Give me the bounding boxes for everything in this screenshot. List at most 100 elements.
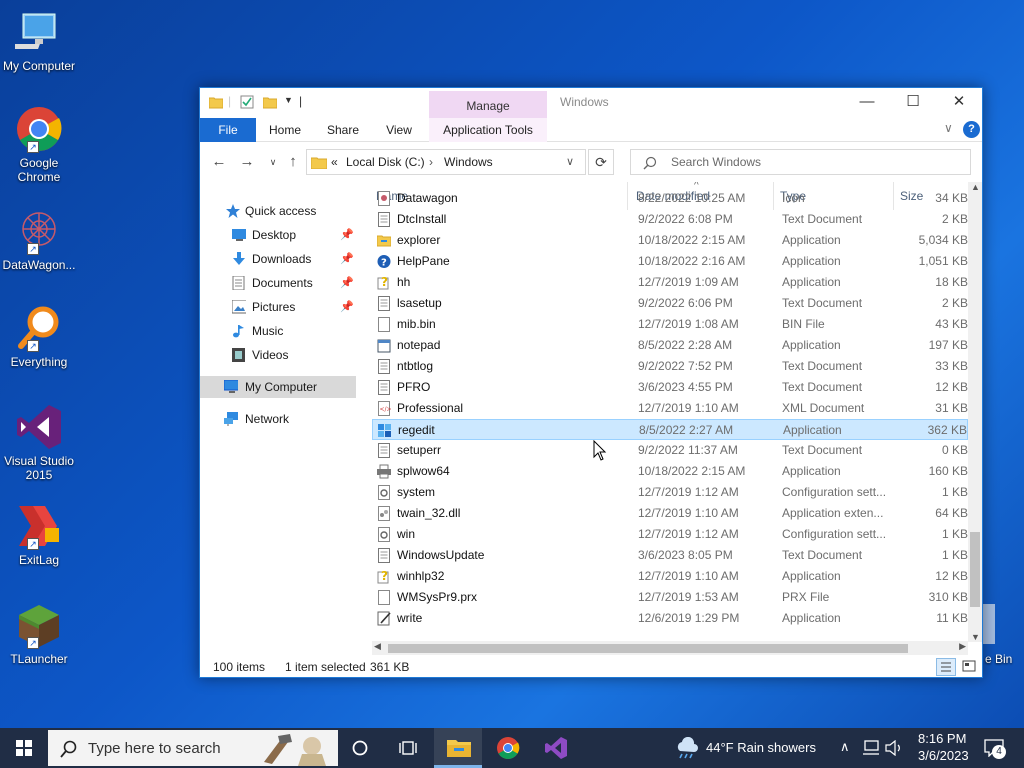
nav-music[interactable]: Music [200,320,356,342]
file-row[interactable]: win 12/7/2019 1:12 AM Configuration sett..… [372,524,968,545]
file-row[interactable]: Datawagon 8/22/2022 10:25 AM Icon 34 KB [372,188,968,209]
file-name: winhlp32 [397,569,445,583]
taskbar-file-explorer[interactable] [434,728,482,768]
up-button[interactable]: ↑ [283,152,303,172]
notification-center-button[interactable]: 4 [980,728,1024,768]
file-row[interactable]: </> Professional 12/7/2019 1:10 AM XML Docu… [372,398,968,419]
pin-icon[interactable]: 📌 [340,296,354,318]
file-date: 3/6/2023 4:55 PM [638,380,733,394]
nav-network[interactable]: Network [200,408,356,430]
pin-icon[interactable]: 📌 [340,224,354,246]
file-row[interactable]: setuperr 9/2/2022 11:37 AM Text Document 0 … [372,440,968,461]
clock-time[interactable]: 8:16 PM [918,731,966,746]
shortcut-arrow-icon: ↗ [27,538,39,550]
volume-icon[interactable] [885,740,903,756]
scroll-thumb[interactable] [388,644,908,653]
clock-date[interactable]: 3/6/2023 [918,748,969,763]
tab-file[interactable]: File [200,118,256,142]
nav-downloads[interactable]: Downloads 📌 [200,248,356,270]
taskbar-chrome[interactable] [484,728,532,768]
file-row[interactable]: ntbtlog 9/2/2022 7:52 PM Text Document 33 K… [372,356,968,377]
properties-check-icon[interactable] [240,95,254,109]
taskbar-search-box[interactable]: Type here to search [48,730,338,766]
desktop-icon-tlauncher[interactable]: ↗ TLauncher [0,601,78,666]
file-row[interactable]: WMSysPr9.prx 12/7/2019 1:53 AM PRX File 310… [372,587,968,608]
refresh-button[interactable]: ⟳ [588,149,614,175]
weather-text[interactable]: 44°F Rain showers [706,740,816,755]
file-row[interactable]: system 12/7/2019 1:12 AM Configuration set… [372,482,968,503]
new-folder-icon[interactable] [263,95,277,109]
pin-icon[interactable]: 📌 [340,272,354,294]
desktop-icon-chrome[interactable]: ↗ Google Chrome [0,105,78,184]
tab-home[interactable]: Home [262,118,308,142]
address-bar[interactable]: « Local Disk (C:) › Windows ∨ [306,149,586,175]
breadcrumb-windows[interactable]: Windows [444,155,493,169]
file-row[interactable]: splwow64 10/18/2022 2:15 AM Application 160… [372,461,968,482]
desktop-icon-visual-studio[interactable]: Visual Studio 2015 [0,403,78,482]
file-row[interactable]: ? HelpPane 10/18/2022 2:16 AM Application 1,… [372,251,968,272]
file-row[interactable]: WindowsUpdate 3/6/2023 8:05 PM Text Docume… [372,545,968,566]
nav-documents[interactable]: Documents 📌 [200,272,356,294]
recent-locations-dropdown[interactable]: ∨ [263,152,283,172]
help-icon[interactable]: ? [963,121,980,138]
address-dropdown-icon[interactable]: ∨ [566,155,574,168]
cortana-circle-icon [352,740,368,756]
horizontal-scrollbar[interactable]: ◀ ▶ [372,641,968,655]
task-view-cortana-button[interactable] [336,728,384,768]
ribbon-expand-icon[interactable]: ∨ [944,121,953,135]
show-hidden-icons-icon[interactable]: ∧ [840,739,850,755]
desktop-icon-recycle-bin[interactable]: e Bin [983,604,1024,668]
forward-button[interactable]: → [237,152,257,172]
scroll-left-icon[interactable]: ◀ [374,641,381,652]
file-row[interactable]: DtcInstall 9/2/2022 6:08 PM Text Document 2… [372,209,968,230]
file-name: hh [397,275,411,289]
task-view-button[interactable] [384,728,432,768]
file-row[interactable]: ? hh 12/7/2019 1:09 AM Application 18 KB [372,272,968,293]
breadcrumb-overflow[interactable]: « [331,155,338,169]
tab-application-tools[interactable]: Application Tools [429,118,547,142]
pin-icon[interactable]: 📌 [340,248,354,270]
search-box[interactable]: Search Windows [630,149,971,175]
weather-rain-icon[interactable] [674,737,698,759]
file-row[interactable]: ? winhlp32 12/7/2019 1:10 AM Application 12 … [372,566,968,587]
network-tray-icon[interactable] [862,740,880,756]
desktop-icon-exitlag[interactable]: ↗ ExitLag [0,502,78,567]
desktop-icon-datawagon[interactable]: ↗ DataWagon... [0,207,78,272]
file-row[interactable]: twain_32.dll 12/7/2019 1:10 AM Application… [372,503,968,524]
scroll-right-icon[interactable]: ▶ [959,641,966,652]
file-name: PFRO [397,380,431,394]
manage-tab[interactable]: Manage [429,91,547,119]
file-row[interactable]: write 12/6/2019 1:29 PM Application 11 KB [372,608,968,629]
nav-desktop[interactable]: Desktop 📌 [200,224,356,246]
minimize-button[interactable]: — [844,88,890,118]
desktop-icon-my-computer[interactable]: My Computer [0,8,78,73]
file-row[interactable]: PFRO 3/6/2023 4:55 PM Text Document 12 KB [372,377,968,398]
nav-quick-access[interactable]: Quick access [200,200,356,222]
file-row[interactable]: mib.bin 12/7/2019 1:08 AM BIN File 43 KB [372,314,968,335]
taskbar-visual-studio[interactable] [532,728,580,768]
scroll-thumb[interactable] [970,532,980,607]
nav-pictures[interactable]: Pictures 📌 [200,296,356,318]
maximize-button[interactable]: ☐ [890,88,936,118]
quick-access-dropdown-icon[interactable]: ▼ [284,95,293,105]
scroll-down-icon[interactable]: ▼ [971,632,980,642]
tab-view[interactable]: View [376,118,422,142]
file-type: XML Document [782,401,865,415]
breadcrumb-local-disk[interactable]: Local Disk (C:) [346,155,425,169]
file-row[interactable]: regedit 8/5/2022 2:27 AM Application 362 KB [372,419,968,440]
file-name: HelpPane [397,254,450,268]
desktop-icon-everything[interactable]: ↗ Everything [0,304,78,369]
nav-videos[interactable]: Videos [200,344,356,366]
close-button[interactable]: ✕ [936,88,982,118]
file-row[interactable]: notepad 8/5/2022 2:28 AM Application 197 KB [372,335,968,356]
start-button[interactable] [0,728,48,768]
back-button[interactable]: ← [209,152,229,172]
file-row[interactable]: lsasetup 9/2/2022 6:06 PM Text Document 2 K… [372,293,968,314]
large-icons-view-icon[interactable] [960,658,980,676]
nav-my-computer[interactable]: My Computer [200,376,356,398]
file-row[interactable]: explorer 10/18/2022 2:15 AM Application 5,0… [372,230,968,251]
vertical-scrollbar[interactable]: ▲ ▼ [968,182,982,642]
details-view-icon[interactable] [936,658,956,676]
tab-share[interactable]: Share [320,118,366,142]
scroll-up-icon[interactable]: ▲ [971,182,980,192]
